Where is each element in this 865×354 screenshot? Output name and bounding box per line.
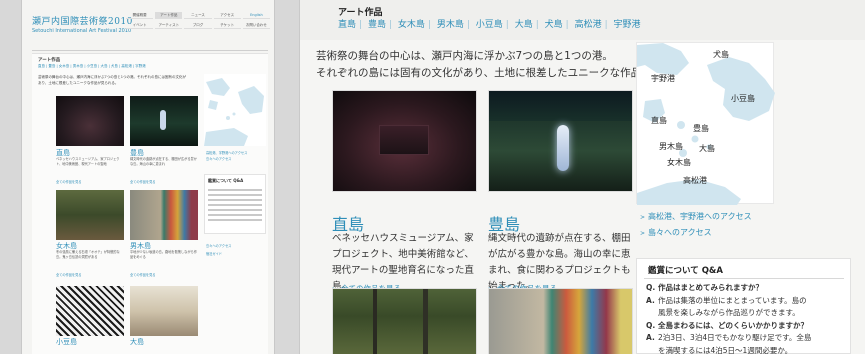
map-label-shodoshima[interactable]: 小豆島 bbox=[731, 93, 755, 104]
work-desc-naoshima: ベネッセハウスミュージアム、家プロジェクト、地中美術館、現代アートの聖地 bbox=[56, 157, 120, 166]
map-label-megijima[interactable]: 女木島 bbox=[667, 157, 691, 168]
artwork-image-teshima[interactable] bbox=[488, 90, 633, 192]
qa-text-lines bbox=[208, 186, 262, 224]
work-more-megijima[interactable]: 全ての作品を見る bbox=[56, 272, 82, 277]
qa-answer-1: A. 作品は集落の単位にまとまっています。島の 風景を楽しみながら作品巡りができます… bbox=[646, 295, 807, 318]
site-logo-subtitle: Setouchi International Art Festival 2010 bbox=[32, 28, 132, 34]
qa-title: 鑑賞について Q&A bbox=[648, 266, 723, 276]
site-logo[interactable]: 瀬戸内国際芸術祭2010 bbox=[32, 14, 133, 27]
work-title-shodoshima[interactable]: 小豆島 bbox=[56, 337, 77, 347]
nav-item-news[interactable]: ニュース bbox=[184, 12, 212, 19]
side-link-stay[interactable]: 宿泊ガイド bbox=[206, 250, 231, 258]
island-link-shodoshima[interactable]: 小豆島 bbox=[476, 17, 503, 30]
nav-item-artworks[interactable]: アート作品 bbox=[155, 12, 183, 19]
map-label-teshima[interactable]: 豊島 bbox=[693, 123, 709, 134]
header-divider bbox=[32, 50, 268, 51]
nav-item-access[interactable]: アクセス bbox=[213, 12, 241, 19]
work-more-teshima[interactable]: 全ての作品を見る bbox=[130, 179, 156, 184]
island-nav: 直島 | 豊島 | 女木島 | 男木島 | 小豆島 | 大島 | 犬島 | 高松港 | 宇野港 bbox=[338, 17, 641, 30]
side-links: 島々へのアクセス 宿泊ガイド bbox=[206, 242, 231, 258]
nav-item-about[interactable]: 開催概要 bbox=[126, 12, 154, 19]
artwork-image-shodoshima[interactable] bbox=[56, 286, 124, 336]
artwork-image-megijima[interactable] bbox=[56, 190, 124, 240]
artwork-image-megijima[interactable] bbox=[332, 288, 477, 354]
work-more-naoshima[interactable]: 全ての作品を見る bbox=[56, 179, 82, 184]
nav-item-artists[interactable]: アーティスト bbox=[155, 22, 183, 29]
access-link-islands[interactable]: > 島々へのアクセス bbox=[640, 225, 752, 241]
map-label-takamatsu[interactable]: 高松港 bbox=[683, 175, 707, 186]
qa-answer-2: A. 2泊3日、3泊4日でもかなり駆け足です。全島 を満喫するには4泊5日〜1週間必… bbox=[646, 333, 812, 354]
chevron-right-icon: > bbox=[640, 214, 646, 221]
island-link-oshima[interactable]: 大島 bbox=[515, 17, 533, 30]
island-link-teshima[interactable]: 豊島 bbox=[368, 17, 386, 30]
artwork-image-ogijima[interactable] bbox=[488, 288, 633, 354]
artwork-image-teshima[interactable] bbox=[130, 96, 198, 146]
intro-text: 芸術祭の舞台の中心は、瀬戸内海に浮かぶ7つの島と1つの港。それぞれの島には固有の… bbox=[38, 75, 186, 85]
artwork-image-naoshima[interactable] bbox=[56, 96, 124, 146]
chevron-right-icon: > bbox=[640, 230, 646, 237]
nav-item-english[interactable]: English bbox=[242, 12, 270, 19]
global-nav: 開催概要 アート作品 ニュース アクセス English イベント アーティスト… bbox=[126, 12, 270, 29]
nav-item-events[interactable]: イベント bbox=[126, 22, 154, 29]
qa-question-1[interactable]: Q. 作品はまとめてみられますか？ bbox=[646, 282, 851, 295]
question-marker: Q. bbox=[646, 283, 656, 292]
question-marker: Q. bbox=[646, 320, 656, 330]
zoomed-view: アート作品 直島 | 豊島 | 女木島 | 男木島 | 小豆島 | 大島 | 犬島 | 高松港… bbox=[300, 0, 865, 354]
map-links: 高松港、宇野港へのアクセス 島々へのアクセス bbox=[206, 150, 247, 162]
section-title: アート作品 bbox=[38, 58, 61, 63]
nav-item-contact[interactable]: お問い合わせ bbox=[242, 22, 270, 29]
page-thumbnail: 瀬戸内国際芸術祭2010 Setouchi International Art … bbox=[22, 0, 274, 354]
access-link-ports[interactable]: > 高松港、宇野港へのアクセス bbox=[640, 209, 752, 225]
answer-marker: A. bbox=[646, 333, 655, 342]
map-label-naoshima[interactable]: 直島 bbox=[651, 115, 667, 126]
island-link-ogijima[interactable]: 男木島 bbox=[437, 17, 464, 30]
qa-title: 鑑賞について Q&A bbox=[208, 178, 244, 183]
map-label-uno[interactable]: 宇野港 bbox=[651, 73, 675, 84]
nav-item-tickets[interactable]: チケット bbox=[213, 22, 241, 29]
work-desc-megijima: 冬の強風に備える石垣「オオテ」が特徴的な島。鬼ヶ島伝説の洞窟がある bbox=[56, 250, 120, 259]
artwork-image-ogijima[interactable] bbox=[130, 190, 198, 240]
work-desc-teshima: 縄文時代の遺跡が点在する、棚田が広がる豊かな島。海山の幸に恵まれ bbox=[130, 157, 197, 166]
work-desc-ogijima: 平地が少ない坂道の島。路地を散策しながら作品をめぐる bbox=[130, 250, 197, 259]
map-links: > 高松港、宇野港へのアクセス > 島々へのアクセス bbox=[640, 209, 752, 241]
work-more-ogijima[interactable]: 全ての作品を見る bbox=[130, 272, 156, 277]
qa-body: Q. 作品はまとめてみられますか？ A. 作品は集落の単位にまとまっています。島の風… bbox=[646, 282, 851, 354]
island-link-naoshima[interactable]: 直島 bbox=[338, 17, 356, 30]
island-links[interactable]: 直島 | 豊島 | 女木島 | 男木島 | 小豆島 | 大島 | 犬島 | 高松… bbox=[38, 64, 146, 69]
map-label-oshima[interactable]: 大島 bbox=[699, 143, 715, 154]
side-link-access[interactable]: 島々へのアクセス bbox=[206, 242, 231, 250]
work-title-oshima[interactable]: 大島 bbox=[130, 337, 144, 347]
island-map[interactable]: 犬島 宇野港 小豆島 直島 豊島 男木島 大島 女木島 高松港 bbox=[636, 42, 775, 205]
map-graphic bbox=[204, 78, 264, 146]
island-link-uno[interactable]: 宇野港 bbox=[614, 17, 641, 30]
map-label-ogijima[interactable]: 男木島 bbox=[659, 141, 683, 152]
artwork-image-oshima[interactable] bbox=[130, 286, 198, 336]
access-link-islands[interactable]: 島々へのアクセス bbox=[206, 156, 247, 162]
island-link-takamatsu[interactable]: 高松港 bbox=[575, 17, 602, 30]
island-map-small[interactable] bbox=[204, 74, 266, 146]
island-link-inujima[interactable]: 犬島 bbox=[545, 17, 563, 30]
nav-item-blog[interactable]: ブログ bbox=[184, 22, 212, 29]
qa-question-2[interactable]: Q. 全島まわるには、どのくらいかかりますか？ bbox=[646, 320, 851, 333]
answer-marker: A. bbox=[646, 295, 655, 305]
map-label-inujima[interactable]: 犬島 bbox=[713, 49, 729, 60]
qa-divider bbox=[644, 278, 844, 279]
island-link-megijima[interactable]: 女木島 bbox=[398, 17, 425, 30]
artwork-image-naoshima[interactable] bbox=[332, 90, 477, 192]
